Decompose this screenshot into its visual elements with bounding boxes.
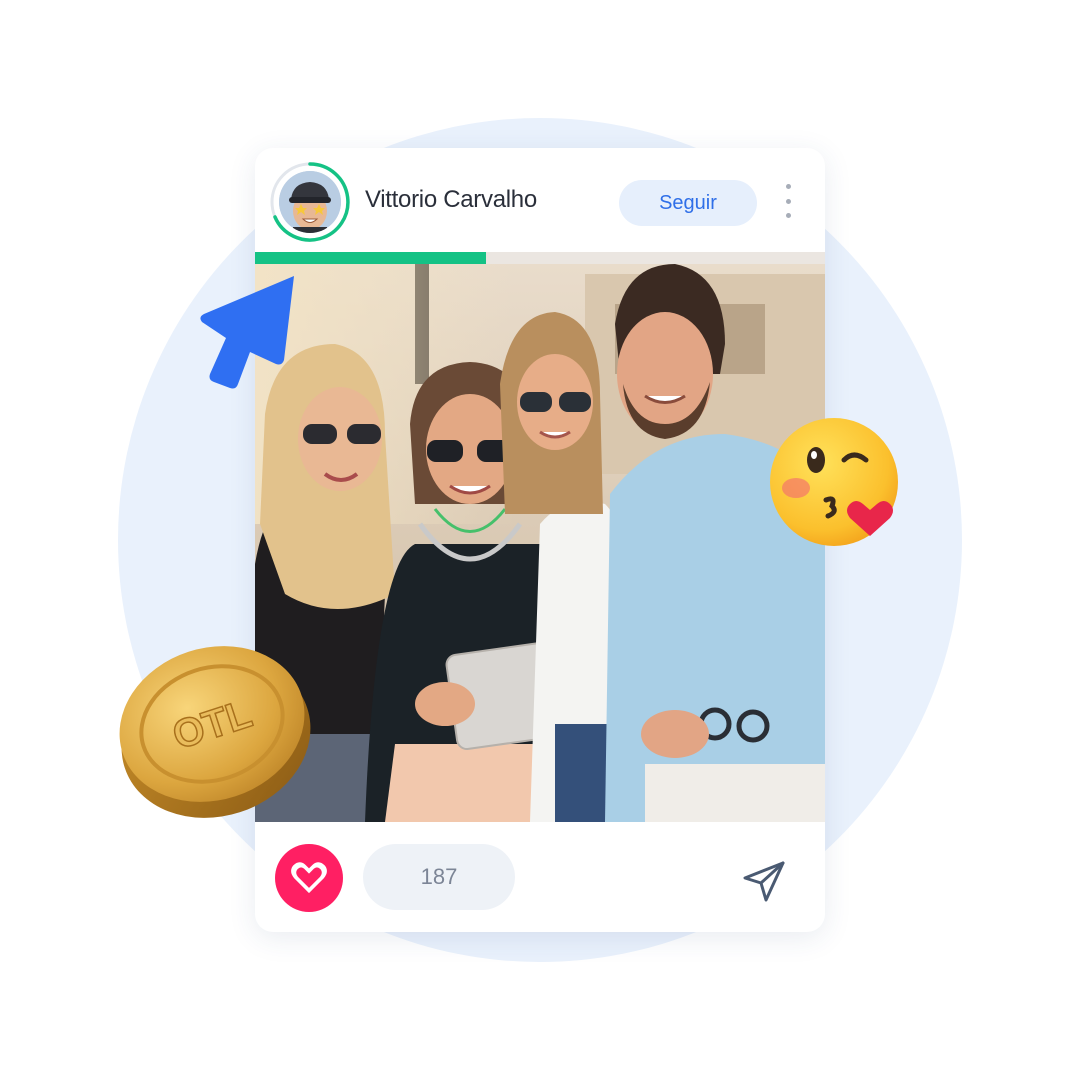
story-progress-bar xyxy=(255,252,825,264)
post-header: Vittorio Carvalho Seguir xyxy=(255,148,825,252)
gold-coin-icon: OTL xyxy=(119,646,311,818)
like-count: 187 xyxy=(363,844,515,910)
more-options-icon[interactable] xyxy=(781,184,795,218)
post-footer: 187 xyxy=(255,822,825,932)
send-icon xyxy=(743,861,785,902)
story-progress-fill xyxy=(255,252,486,264)
like-button[interactable] xyxy=(275,844,343,912)
pointer-arrow-icon xyxy=(200,276,294,389)
post-photo[interactable] xyxy=(255,264,825,822)
heart-icon xyxy=(291,862,327,893)
share-button[interactable] xyxy=(739,856,789,906)
post-card: Vittorio Carvalho Seguir 187 xyxy=(255,148,825,932)
kissing-face-emoji xyxy=(770,418,898,546)
follow-button[interactable]: Seguir xyxy=(619,180,757,226)
author-name[interactable]: Vittorio Carvalho xyxy=(365,186,537,214)
avatar[interactable] xyxy=(279,171,341,233)
